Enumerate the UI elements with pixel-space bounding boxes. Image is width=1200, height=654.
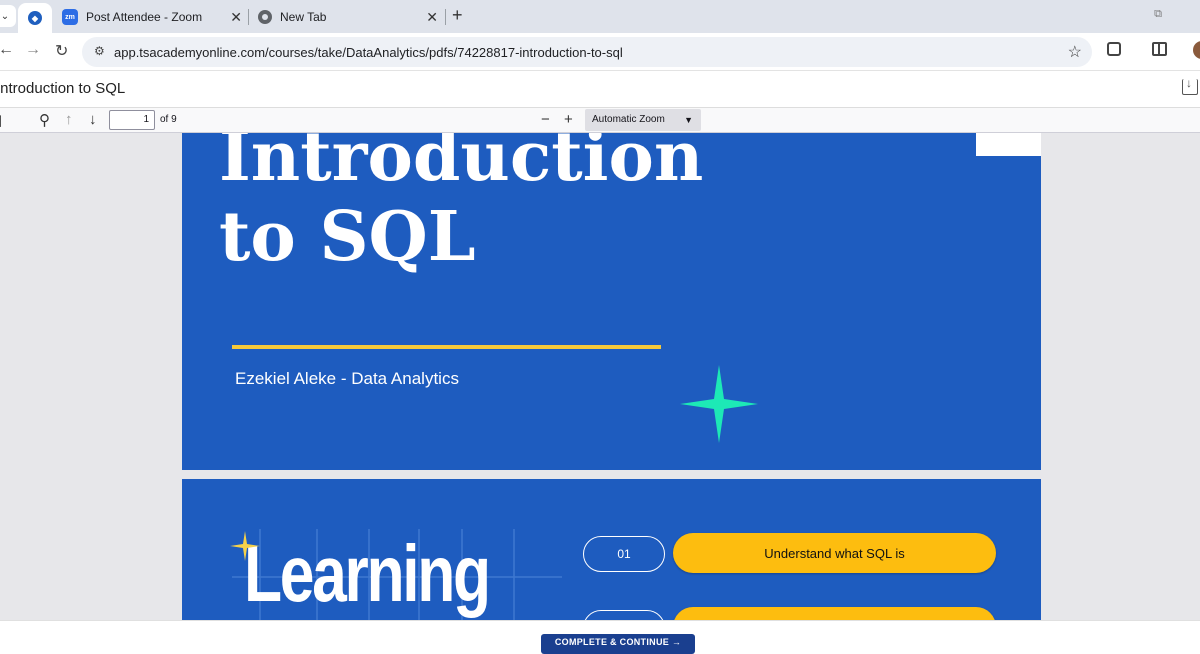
objective-text: Understand what SQL is xyxy=(673,533,996,573)
slide-corner-block xyxy=(976,133,1041,156)
close-icon[interactable]: ✕ xyxy=(426,9,438,26)
next-page-icon[interactable]: ↓ xyxy=(89,111,97,128)
browser-toolbar: ← → ↻ ⚙ app.tsacademyonline.com/courses/… xyxy=(0,33,1200,71)
pdf-viewer[interactable]: Introduction to SQL Ezekiel Aleke - Data… xyxy=(0,133,1200,620)
lesson-title: Introduction to SQL xyxy=(0,80,126,97)
tab-divider xyxy=(248,9,249,25)
zoom-out-icon[interactable]: − xyxy=(541,111,550,128)
tab-zoom[interactable]: zm Post Attendee - Zoom ✕ xyxy=(62,3,242,31)
complete-continue-button[interactable]: COMPLETE & CONTINUE → xyxy=(541,634,695,654)
objective-text xyxy=(673,607,996,620)
chevron-down-icon: ⌄ xyxy=(0,10,10,22)
tab-title: New Tab xyxy=(280,10,327,24)
search-icon[interactable]: ⚲ xyxy=(39,111,50,129)
objective-number xyxy=(583,610,665,620)
tab-search-button[interactable]: ⌄ xyxy=(0,5,16,27)
zoom-icon: zm xyxy=(62,9,78,25)
restore-window-icon[interactable]: ⧉ xyxy=(1154,8,1162,21)
download-icon[interactable] xyxy=(1182,76,1198,95)
zoom-select[interactable]: Automatic Zoom ▼ xyxy=(585,109,701,131)
back-icon[interactable]: ← xyxy=(0,41,14,59)
chrome-icon xyxy=(258,10,272,24)
slide-author: Ezekiel Aleke - Data Analytics xyxy=(235,369,459,388)
pdf-toolbar: ▯ ⚲ ↑ ↓ 1 of 9 − + Automatic Zoom ▼ xyxy=(0,107,1200,133)
close-icon[interactable]: ✕ xyxy=(230,9,242,26)
address-bar[interactable]: ⚙ app.tsacademyonline.com/courses/take/D… xyxy=(82,37,1092,67)
page-number-input[interactable]: 1 xyxy=(109,110,155,130)
tab-active[interactable]: ◆ xyxy=(18,3,52,33)
tab-new-tab[interactable]: New Tab ✕ xyxy=(258,3,438,31)
title-underline xyxy=(232,345,661,349)
new-tab-button[interactable]: + xyxy=(452,6,463,24)
previous-page-icon[interactable]: ↑ xyxy=(65,111,73,128)
sparkle-icon xyxy=(680,365,758,443)
forward-icon[interactable]: → xyxy=(25,41,41,59)
site-info-icon[interactable]: ⚙ xyxy=(94,44,105,58)
site-icon: ◆ xyxy=(28,11,42,25)
sidebar-toggle-icon[interactable]: ▯ xyxy=(0,111,2,129)
tab-title: Post Attendee - Zoom xyxy=(86,10,203,24)
page-count: of 9 xyxy=(160,114,177,125)
chevron-down-icon: ▼ xyxy=(684,115,693,125)
url-text[interactable]: app.tsacademyonline.com/courses/take/Dat… xyxy=(114,45,623,60)
extensions-icon[interactable] xyxy=(1107,42,1121,56)
profile-avatar[interactable] xyxy=(1193,41,1200,59)
slide-title-line-1: Introduction xyxy=(219,133,704,197)
lesson-footer: COMPLETE & CONTINUE → xyxy=(0,620,1200,654)
bookmark-star-icon[interactable]: ☆ xyxy=(1068,42,1082,62)
zoom-in-icon[interactable]: + xyxy=(564,111,573,128)
zoom-value: Automatic Zoom xyxy=(592,114,665,125)
slide-title-line-2: to SQL xyxy=(219,197,476,277)
objective-number: 01 xyxy=(583,536,665,572)
reload-icon[interactable]: ↻ xyxy=(55,41,68,61)
objectives-heading: Learning xyxy=(244,529,491,618)
tab-divider xyxy=(445,9,446,25)
tab-strip: ⌄ ◆ zm Post Attendee - Zoom ✕ New Tab ✕ … xyxy=(0,0,1200,33)
slide-objectives: Learning 01 Understand what SQL is xyxy=(182,479,1041,620)
lesson-header: Introduction to SQL xyxy=(0,71,1200,107)
sparkle-icon xyxy=(230,531,260,561)
slide-cover: Introduction to SQL Ezekiel Aleke - Data… xyxy=(182,133,1041,470)
side-panel-icon[interactable] xyxy=(1152,42,1167,56)
